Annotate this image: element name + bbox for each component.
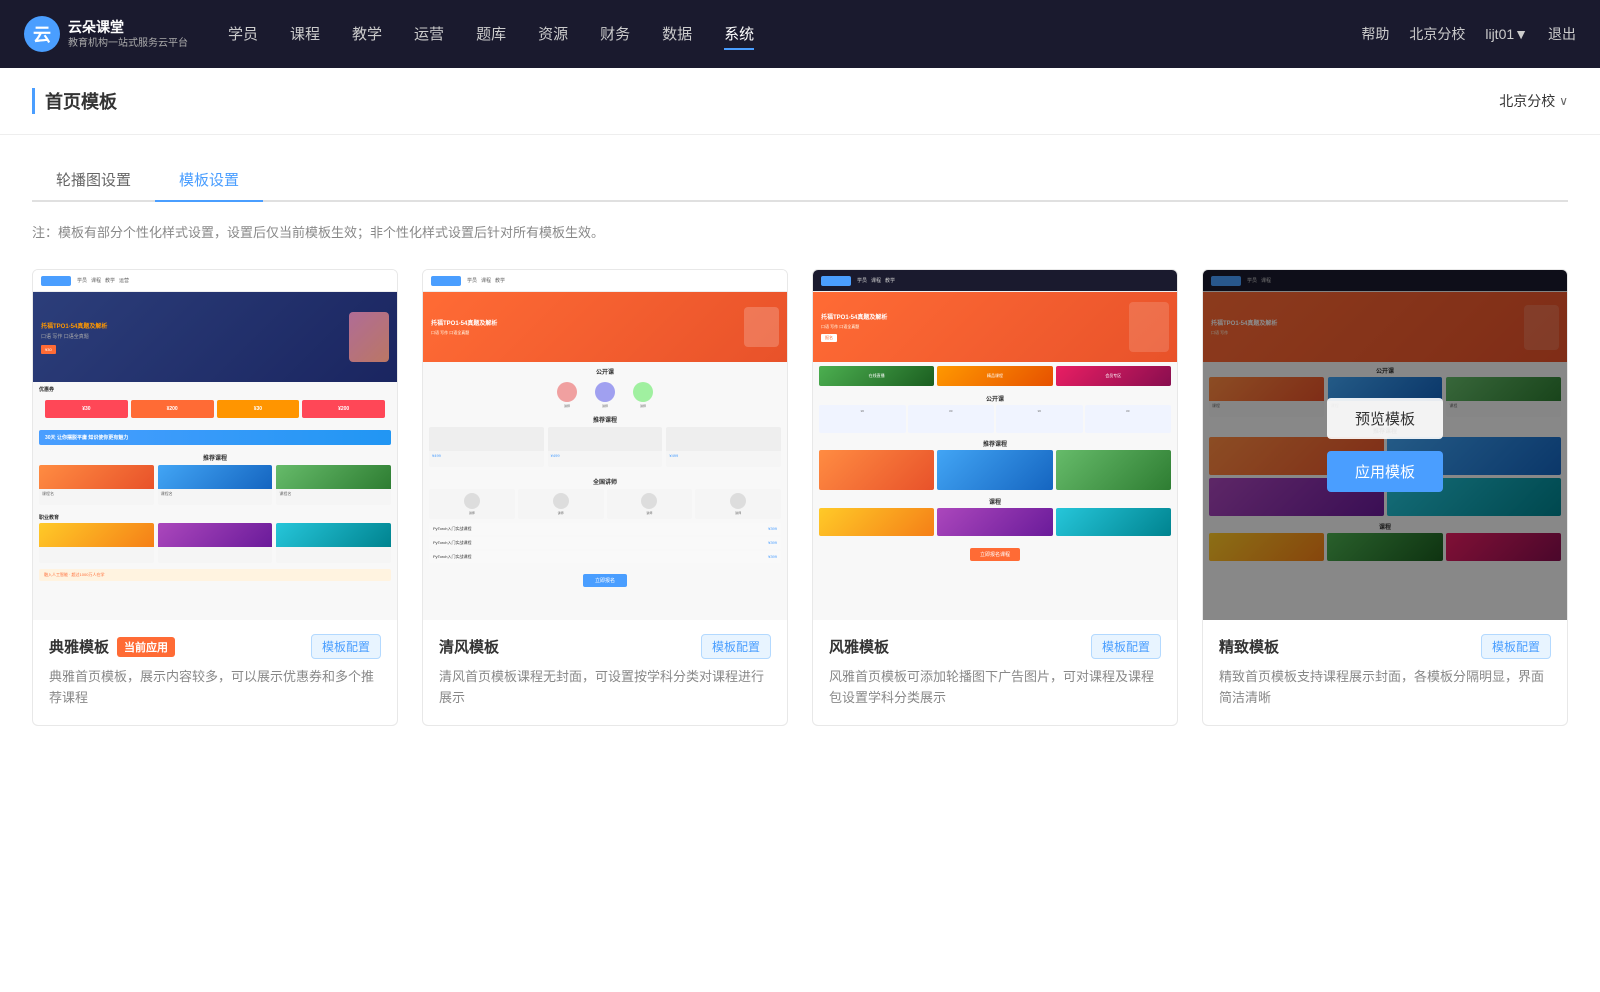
template-desc-3: 风雅首页模板可添加轮播图下广告图片，可对课程及课程包设置学科分类展示 — [829, 667, 1161, 709]
template-info-1: 典雅模板 当前应用 模板配置 典雅首页模板，展示内容较多，可以展示优惠券和多个推… — [33, 620, 397, 725]
nav-item-finance[interactable]: 财务 — [600, 19, 630, 50]
logo-icon: 云 — [24, 16, 60, 52]
config-button-3[interactable]: 模板配置 — [1091, 634, 1161, 659]
tab-template[interactable]: 模板设置 — [155, 159, 263, 202]
template-info-4: 精致模板 模板配置 精致首页模板支持课程展示封面，各模板分隔明显，界面简洁清晰 — [1203, 620, 1567, 725]
note-text: 注：模板有部分个性化样式设置，设置后仅当前模板生效；非个性化样式设置后针对所有模… — [32, 222, 1568, 241]
branch-selector[interactable]: 北京分校 ∨ — [1499, 91, 1568, 111]
nav-item-operations[interactable]: 运营 — [414, 19, 444, 50]
nav-item-system[interactable]: 系统 — [724, 19, 754, 50]
template-overlay: 预览模板 应用模板 — [1203, 270, 1567, 620]
nav-item-resources[interactable]: 资源 — [538, 19, 568, 50]
template-name-2: 清风模板 — [439, 636, 499, 657]
template-preview-2: 学员 课程 教学 托福TPO1-54真题及解析 口语 写作 口语全真题 公开 — [423, 270, 787, 620]
template-card-4[interactable]: 预览模板 应用模板 学员 课程 托福TPO1-54真题及解析 — [1202, 269, 1568, 726]
main-content: 轮播图设置 模板设置 注：模板有部分个性化样式设置，设置后仅当前模板生效；非个性… — [0, 135, 1600, 992]
template-name-3: 风雅模板 — [829, 636, 889, 657]
template-card-2[interactable]: 学员 课程 教学 托福TPO1-54真题及解析 口语 写作 口语全真题 公开 — [422, 269, 788, 726]
config-button-2[interactable]: 模板配置 — [701, 634, 771, 659]
template-info-3: 风雅模板 模板配置 风雅首页模板可添加轮播图下广告图片，可对课程及课程包设置学科… — [813, 620, 1177, 725]
nav-right: 帮助 北京分校 lijt01▼ 退出 — [1361, 24, 1576, 44]
config-button-1[interactable]: 模板配置 — [311, 634, 381, 659]
preview-button[interactable]: 预览模板 — [1327, 398, 1443, 439]
template-desc-2: 清风首页模板课程无封面，可设置按学科分类对课程进行展示 — [439, 667, 771, 709]
chevron-down-icon: ∨ — [1559, 94, 1568, 108]
template-desc-1: 典雅首页模板，展示内容较多，可以展示优惠券和多个推荐课程 — [49, 667, 381, 709]
apply-button[interactable]: 应用模板 — [1327, 451, 1443, 492]
template-name-4: 精致模板 — [1219, 636, 1279, 657]
nav-item-students[interactable]: 学员 — [228, 19, 258, 50]
template-preview-4: 预览模板 应用模板 学员 课程 托福TPO1-54真题及解析 — [1203, 270, 1567, 620]
page-header: 首页模板 北京分校 ∨ — [0, 68, 1600, 135]
template-preview-3: 学员 课程 教学 托福TPO1-54真题及解析 口语 写作 口语全真题 报名 — [813, 270, 1177, 620]
tab-carousel[interactable]: 轮播图设置 — [32, 159, 155, 202]
nav-menu: 学员 课程 教学 运营 题库 资源 财务 数据 系统 — [228, 19, 1361, 50]
logout-link[interactable]: 退出 — [1548, 24, 1576, 44]
nav-item-teaching[interactable]: 教学 — [352, 19, 382, 50]
branch-link[interactable]: 北京分校 — [1409, 24, 1465, 44]
nav-item-data[interactable]: 数据 — [662, 19, 692, 50]
template-card-3[interactable]: 学员 课程 教学 托福TPO1-54真题及解析 口语 写作 口语全真题 报名 — [812, 269, 1178, 726]
logo-text: 云朵课堂 教育机构一站式服务云平台 — [68, 18, 188, 49]
current-badge-1: 当前应用 — [117, 637, 175, 657]
template-name-1: 典雅模板 当前应用 — [49, 636, 175, 657]
template-desc-4: 精致首页模板支持课程展示封面，各模板分隔明显，界面简洁清晰 — [1219, 667, 1551, 709]
nav-item-questions[interactable]: 题库 — [476, 19, 506, 50]
template-info-2: 清风模板 模板配置 清风首页模板课程无封面，可设置按学科分类对课程进行展示 — [423, 620, 787, 725]
user-menu[interactable]: lijt01▼ — [1485, 26, 1528, 42]
nav-item-courses[interactable]: 课程 — [290, 19, 320, 50]
config-button-4[interactable]: 模板配置 — [1481, 634, 1551, 659]
logo[interactable]: 云 云朵课堂 教育机构一站式服务云平台 — [24, 16, 188, 52]
tab-bar: 轮播图设置 模板设置 — [32, 159, 1568, 202]
help-link[interactable]: 帮助 — [1361, 24, 1389, 44]
template-card-1[interactable]: 学员 课程 教学 运营 托福TPO1-54真题及解析 口语 写作 口语全真题 ¥ — [32, 269, 398, 726]
template-grid: 学员 课程 教学 运营 托福TPO1-54真题及解析 口语 写作 口语全真题 ¥ — [32, 269, 1568, 726]
page-title: 首页模板 — [32, 88, 117, 114]
template-preview-1: 学员 课程 教学 运营 托福TPO1-54真题及解析 口语 写作 口语全真题 ¥ — [33, 270, 397, 620]
navbar: 云 云朵课堂 教育机构一站式服务云平台 学员 课程 教学 运营 题库 资源 财务… — [0, 0, 1600, 68]
